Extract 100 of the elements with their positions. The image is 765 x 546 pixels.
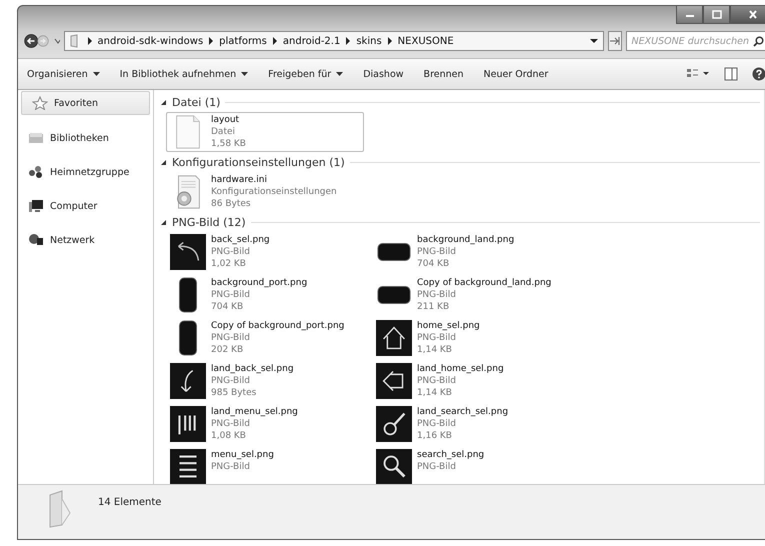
- file-name: background_port.png: [211, 277, 308, 289]
- file-type: PNG-Bild: [417, 332, 457, 344]
- file-size: 1,14 KB: [417, 344, 453, 356]
- search-icon: [376, 449, 412, 484]
- computer-icon: [28, 199, 44, 213]
- file-item[interactable]: land_menu_sel.png PNG-Bild 1,08 KB: [166, 404, 372, 444]
- search-icon: [376, 406, 412, 442]
- breadcrumb-item[interactable]: NEXUSONE: [398, 36, 454, 46]
- breadcrumb-item[interactable]: skins: [356, 36, 382, 46]
- help-icon[interactable]: [752, 67, 765, 81]
- file-name: land_menu_sel.png: [211, 406, 298, 418]
- toolbar-button[interactable]: Neuer Ordner: [480, 66, 552, 82]
- file-item[interactable]: layout Datei 1,58 KB: [166, 112, 364, 152]
- collapse-triangle-icon: [160, 218, 167, 226]
- file-item[interactable]: Copy of background_land.png PNG-Bild 211 KB: [372, 275, 578, 315]
- homegroup-icon: [28, 165, 44, 179]
- preview-pane-icon[interactable]: [724, 67, 738, 81]
- caret-icon: [92, 72, 100, 76]
- file-name: menu_sel.png: [211, 449, 274, 461]
- chevron-icon[interactable]: [345, 37, 352, 45]
- file-type: PNG-Bild: [417, 246, 457, 258]
- file-size: 1,08 KB: [211, 430, 247, 442]
- file-type: PNG-Bild: [211, 461, 251, 473]
- caret-icon: [336, 72, 344, 76]
- toolbar-button[interactable]: In Bibliothek aufnehmen: [116, 66, 252, 82]
- file-name: back_sel.png: [211, 234, 270, 246]
- breadcrumb-item[interactable]: android-2.1: [282, 36, 340, 46]
- file-size: 985 Bytes: [211, 387, 258, 399]
- file-type: PNG-Bild: [417, 418, 457, 430]
- maximize-button[interactable]: [703, 6, 730, 24]
- search-icon[interactable]: [753, 36, 764, 46]
- file-type: PNG-Bild: [211, 289, 251, 301]
- file-name: search_sel.png: [417, 449, 484, 461]
- file-name: land_back_sel.png: [211, 363, 294, 375]
- group-header[interactable]: PNG-Bild (12): [160, 213, 760, 231]
- home-icon: [376, 363, 412, 399]
- file-type: PNG-Bild: [417, 289, 457, 301]
- file-size: 1,16 KB: [417, 430, 453, 442]
- close-icon: [748, 10, 758, 19]
- file-item[interactable]: land_search_sel.png PNG-Bild 1,16 KB: [372, 404, 578, 444]
- file-item[interactable]: background_land.png PNG-Bild 704 KB: [372, 232, 578, 272]
- group-header[interactable]: Konfigurationseinstellungen (1): [160, 153, 760, 171]
- sidebar-item[interactable]: Bibliotheken: [18, 127, 153, 149]
- file-item[interactable]: Copy of background_port.png PNG-Bild 202 KB: [166, 318, 372, 358]
- breadcrumb-item[interactable]: platforms: [219, 36, 267, 46]
- file-item[interactable]: land_home_sel.png PNG-Bild 1,14 KB: [372, 361, 578, 401]
- sidebar-item[interactable]: Heimnetzgruppe: [18, 161, 153, 183]
- file-size: 86 Bytes: [211, 198, 252, 210]
- file-item[interactable]: land_back_sel.png PNG-Bild 985 Bytes: [166, 361, 372, 401]
- file-type: PNG-Bild: [211, 418, 251, 430]
- file-item[interactable]: background_port.png PNG-Bild 704 KB: [166, 275, 372, 315]
- file-name: background_land.png: [417, 234, 514, 246]
- sidebar-item[interactable]: Netzwerk: [18, 229, 153, 251]
- address-bar[interactable]: android-sdk-windows platforms android-2.1 skins NEXUSONE: [64, 31, 604, 51]
- collapse-triangle-icon: [160, 158, 167, 166]
- file-size: 1,58 KB: [211, 138, 246, 150]
- refresh-button[interactable]: [608, 31, 622, 51]
- collapse-triangle-icon: [160, 98, 167, 106]
- file-type: Konfigurationseinstellungen: [211, 186, 337, 198]
- file-item[interactable]: hardware.ini Konfigurationseinstellungen 86 Bytes: [166, 172, 372, 212]
- file-size: 1,02 KB: [211, 258, 247, 270]
- toolbar-button[interactable]: Organisieren: [24, 66, 103, 82]
- item-count: 14 Elemente: [98, 497, 162, 508]
- file-type: PNG-Bild: [211, 375, 251, 387]
- close-button[interactable]: [730, 6, 765, 24]
- file-name: Copy of background_land.png: [417, 277, 552, 289]
- sidebar-item[interactable]: Computer: [18, 195, 153, 217]
- menu-icon: [170, 449, 206, 484]
- chevron-icon[interactable]: [386, 37, 393, 45]
- file-type: Datei: [211, 126, 236, 138]
- file-size: 704 KB: [211, 301, 244, 313]
- file-name: layout: [211, 114, 240, 126]
- file-type: PNG-Bild: [417, 375, 457, 387]
- toolbar-button[interactable]: Diashow: [360, 66, 407, 82]
- file-item[interactable]: home_sel.png PNG-Bild 1,14 KB: [372, 318, 578, 358]
- caret-icon[interactable]: [54, 38, 60, 44]
- file-type: PNG-Bild: [417, 461, 457, 473]
- group-header[interactable]: Datei (1): [160, 93, 760, 111]
- chevron-icon[interactable]: [86, 37, 92, 45]
- chevron-icon[interactable]: [272, 37, 278, 45]
- dropdown-icon[interactable]: [590, 38, 598, 44]
- view-options-icon[interactable]: [686, 68, 710, 80]
- file-size: 704 KB: [417, 258, 450, 270]
- file-item[interactable]: search_sel.png PNG-Bild: [372, 447, 578, 484]
- toolbar-button[interactable]: Brennen: [420, 66, 467, 82]
- home-icon: [376, 320, 412, 356]
- library-icon: [28, 131, 44, 145]
- sidebar-item[interactable]: Favoriten: [21, 91, 150, 115]
- chevron-icon[interactable]: [208, 37, 214, 45]
- minimize-button[interactable]: [676, 6, 703, 24]
- star-icon: [32, 96, 48, 110]
- file-name: Copy of background_port.png: [211, 320, 344, 332]
- file-item[interactable]: menu_sel.png PNG-Bild: [166, 447, 372, 484]
- menu-icon: [170, 406, 206, 442]
- toolbar-button[interactable]: Freigeben für: [265, 66, 346, 82]
- breadcrumb-item[interactable]: android-sdk-windows: [98, 36, 204, 46]
- file-item[interactable]: back_sel.png PNG-Bild 1,02 KB: [166, 232, 372, 272]
- caret-icon: [241, 72, 248, 76]
- file-name: hardware.ini: [211, 174, 268, 186]
- network-icon: [28, 233, 44, 247]
